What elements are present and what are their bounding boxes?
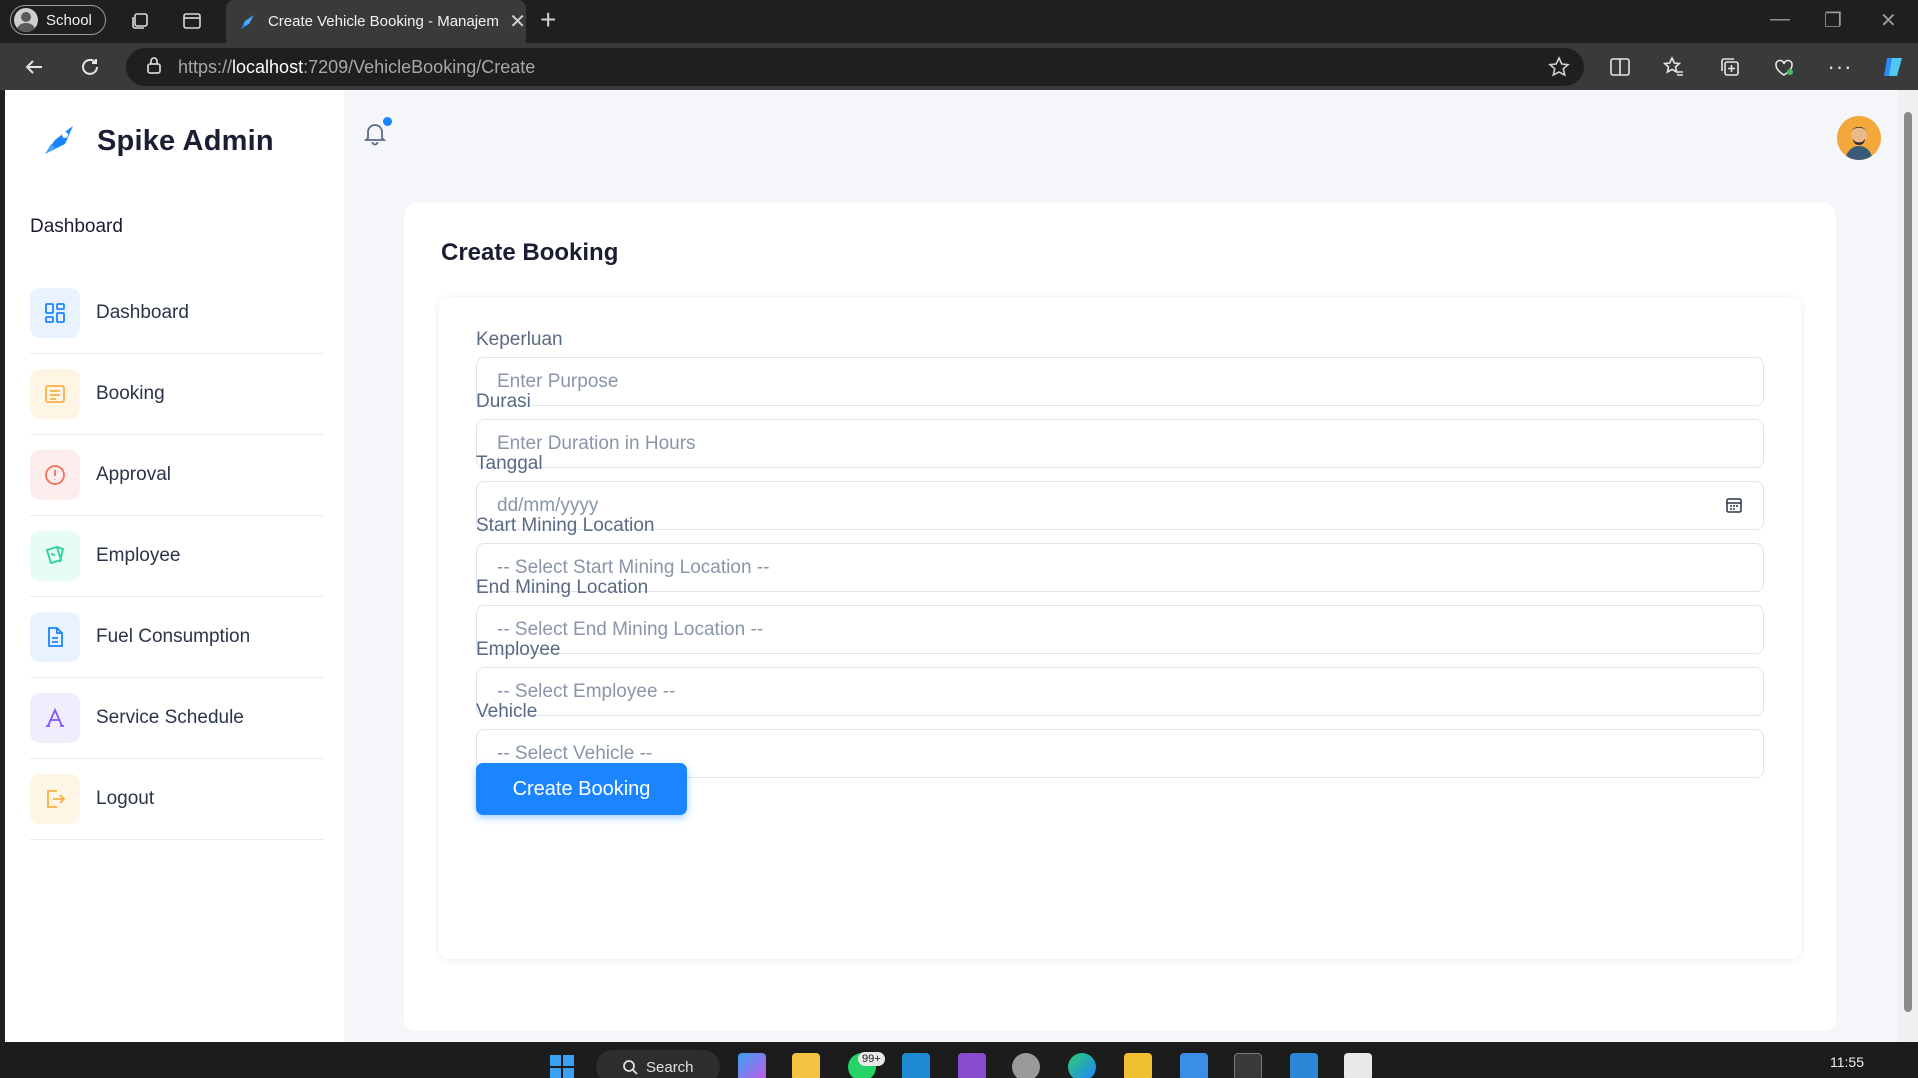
scrollbar-thumb[interactable] [1904, 112, 1912, 1012]
tab-title: Create Vehicle Booking - Manajemen [267, 13, 500, 30]
create-booking-card: Create Booking Keperluan Enter Purpose D… [404, 203, 1836, 1031]
sidebar-item-fuel-consumption[interactable]: Fuel Consumption [30, 597, 324, 678]
copilot-icon[interactable] [1880, 53, 1908, 81]
logout-icon [30, 774, 80, 824]
new-tab-icon[interactable]: + [540, 6, 556, 34]
sidebar-item-service-schedule[interactable]: Service Schedule [30, 678, 324, 759]
date-placeholder: dd/mm/yyyy [497, 494, 599, 516]
sidebar-item-label: Booking [96, 383, 165, 404]
visual-studio-icon[interactable] [958, 1053, 986, 1078]
address-bar-row: https://localhost:7209/VehicleBooking/Cr… [0, 43, 1918, 90]
tab-actions-icon[interactable] [180, 9, 204, 33]
taskbar-search[interactable]: Search [596, 1050, 720, 1078]
minimize-icon[interactable]: — [1770, 8, 1790, 31]
field-label: Keperluan [476, 329, 563, 350]
notification-dot [383, 117, 392, 126]
back-icon[interactable] [20, 53, 48, 81]
sidebar-item-approval[interactable]: Approval [30, 435, 324, 516]
url-path: :7209/VehicleBooking/Create [303, 56, 536, 77]
refresh-icon[interactable] [76, 53, 104, 81]
snipping-tool-icon[interactable] [1344, 1053, 1372, 1078]
active-browser-tab[interactable]: Create Vehicle Booking - Manajemen ✕ [226, 0, 526, 43]
split-screen-icon[interactable] [1606, 53, 1634, 81]
field-label: Tanggal [476, 453, 543, 474]
vehicle-selected: -- Select Vehicle -- [497, 742, 653, 764]
workspaces-icon[interactable] [128, 9, 152, 33]
create-booking-button[interactable]: Create Booking [476, 763, 687, 815]
tab-close-icon[interactable]: ✕ [509, 9, 526, 34]
sidebar-item-label: Fuel Consumption [96, 626, 251, 647]
end-location-selected: -- Select End Mining Location -- [497, 618, 764, 640]
user-avatar[interactable] [1837, 116, 1881, 160]
tab-favicon-rocket-icon [240, 14, 254, 29]
favorite-star-icon[interactable] [1548, 56, 1570, 83]
disk-app-icon[interactable] [1012, 1053, 1040, 1078]
notepad-icon[interactable] [1180, 1053, 1208, 1078]
field-label: Start Mining Location [476, 515, 655, 536]
dashboard-grid-icon [30, 288, 80, 338]
alert-circle-icon [30, 450, 80, 500]
more-options-icon[interactable]: ··· [1826, 53, 1854, 81]
duration-placeholder: Enter Duration in Hours [497, 432, 696, 454]
notification-badge: 99+ [858, 1052, 885, 1066]
sidebar-item-employee[interactable]: Employee [30, 516, 324, 597]
rocket-logo-icon [45, 126, 73, 154]
sidebar-nav: Dashboard Booking Approval Employee Fuel… [30, 273, 324, 840]
page-title: Create Booking [441, 239, 619, 266]
search-icon [623, 1060, 638, 1075]
profile-button[interactable]: School [10, 5, 106, 35]
url-field[interactable]: https://localhost:7209/VehicleBooking/Cr… [126, 48, 1584, 86]
purpose-placeholder: Enter Purpose [497, 370, 619, 392]
brand-name: Spike Admin [97, 124, 274, 157]
page-scrollbar[interactable] [1898, 90, 1918, 1042]
list-icon [30, 369, 80, 419]
sidebar-item-label: Employee [96, 545, 181, 566]
paint-app-icon[interactable] [1290, 1053, 1318, 1078]
edge-browser-icon[interactable] [1068, 1053, 1096, 1078]
booking-form: Keperluan Enter Purpose Durasi Enter Dur… [439, 297, 1801, 959]
field-label: End Mining Location [476, 577, 649, 598]
employee-selected: -- Select Employee -- [497, 680, 676, 702]
browser-essentials-icon[interactable] [1770, 53, 1798, 81]
terminal-icon[interactable] [1234, 1053, 1262, 1078]
sidebar: Spike Admin Dashboard Dashboard Booking [5, 90, 344, 1042]
field-label: Employee [476, 639, 561, 660]
collections-icon[interactable] [1716, 53, 1744, 81]
sidebar-item-booking[interactable]: Booking [30, 354, 324, 435]
page-content: Spike Admin Dashboard Dashboard Booking [5, 90, 1898, 1042]
taskbar-search-label: Search [646, 1058, 694, 1076]
field-label: Vehicle [476, 701, 538, 722]
copilot-app-icon[interactable] [738, 1053, 766, 1078]
windows-start-icon[interactable] [548, 1053, 576, 1078]
file-explorer-icon[interactable] [792, 1053, 820, 1078]
profile-avatar-icon [14, 8, 38, 32]
typography-icon [30, 693, 80, 743]
cards-icon [30, 531, 80, 581]
sidebar-item-logout[interactable]: Logout [30, 759, 324, 840]
sidebar-item-label: Logout [96, 788, 155, 809]
field-label: Durasi [476, 391, 531, 412]
sidebar-item-dashboard[interactable]: Dashboard [30, 273, 324, 354]
sidebar-item-label: Approval [96, 464, 171, 485]
taskbar-clock[interactable]: 11:55 [1830, 1054, 1864, 1070]
document-icon [30, 612, 80, 662]
sidebar-item-label: Service Schedule [96, 707, 244, 728]
restore-icon[interactable]: ❐ [1824, 8, 1842, 33]
sticky-notes-icon[interactable] [1124, 1053, 1152, 1078]
nav-section-title: Dashboard [30, 216, 123, 237]
url-scheme: https:// [178, 56, 233, 77]
profile-label: School [46, 11, 92, 29]
favorites-icon[interactable] [1660, 53, 1688, 81]
lock-icon [146, 56, 162, 79]
url-host: localhost [232, 56, 304, 77]
browser-tab-bar: School Create Vehicle Booking - Manajeme… [0, 0, 1918, 43]
sidebar-item-label: Dashboard [96, 302, 189, 323]
brand[interactable]: Spike Admin [37, 118, 274, 164]
vscode-icon[interactable] [902, 1053, 930, 1078]
window-close-icon[interactable]: ✕ [1880, 8, 1897, 33]
os-taskbar: Search 99+ 11:55 [0, 1042, 1918, 1078]
start-location-selected: -- Select Start Mining Location -- [497, 556, 770, 578]
